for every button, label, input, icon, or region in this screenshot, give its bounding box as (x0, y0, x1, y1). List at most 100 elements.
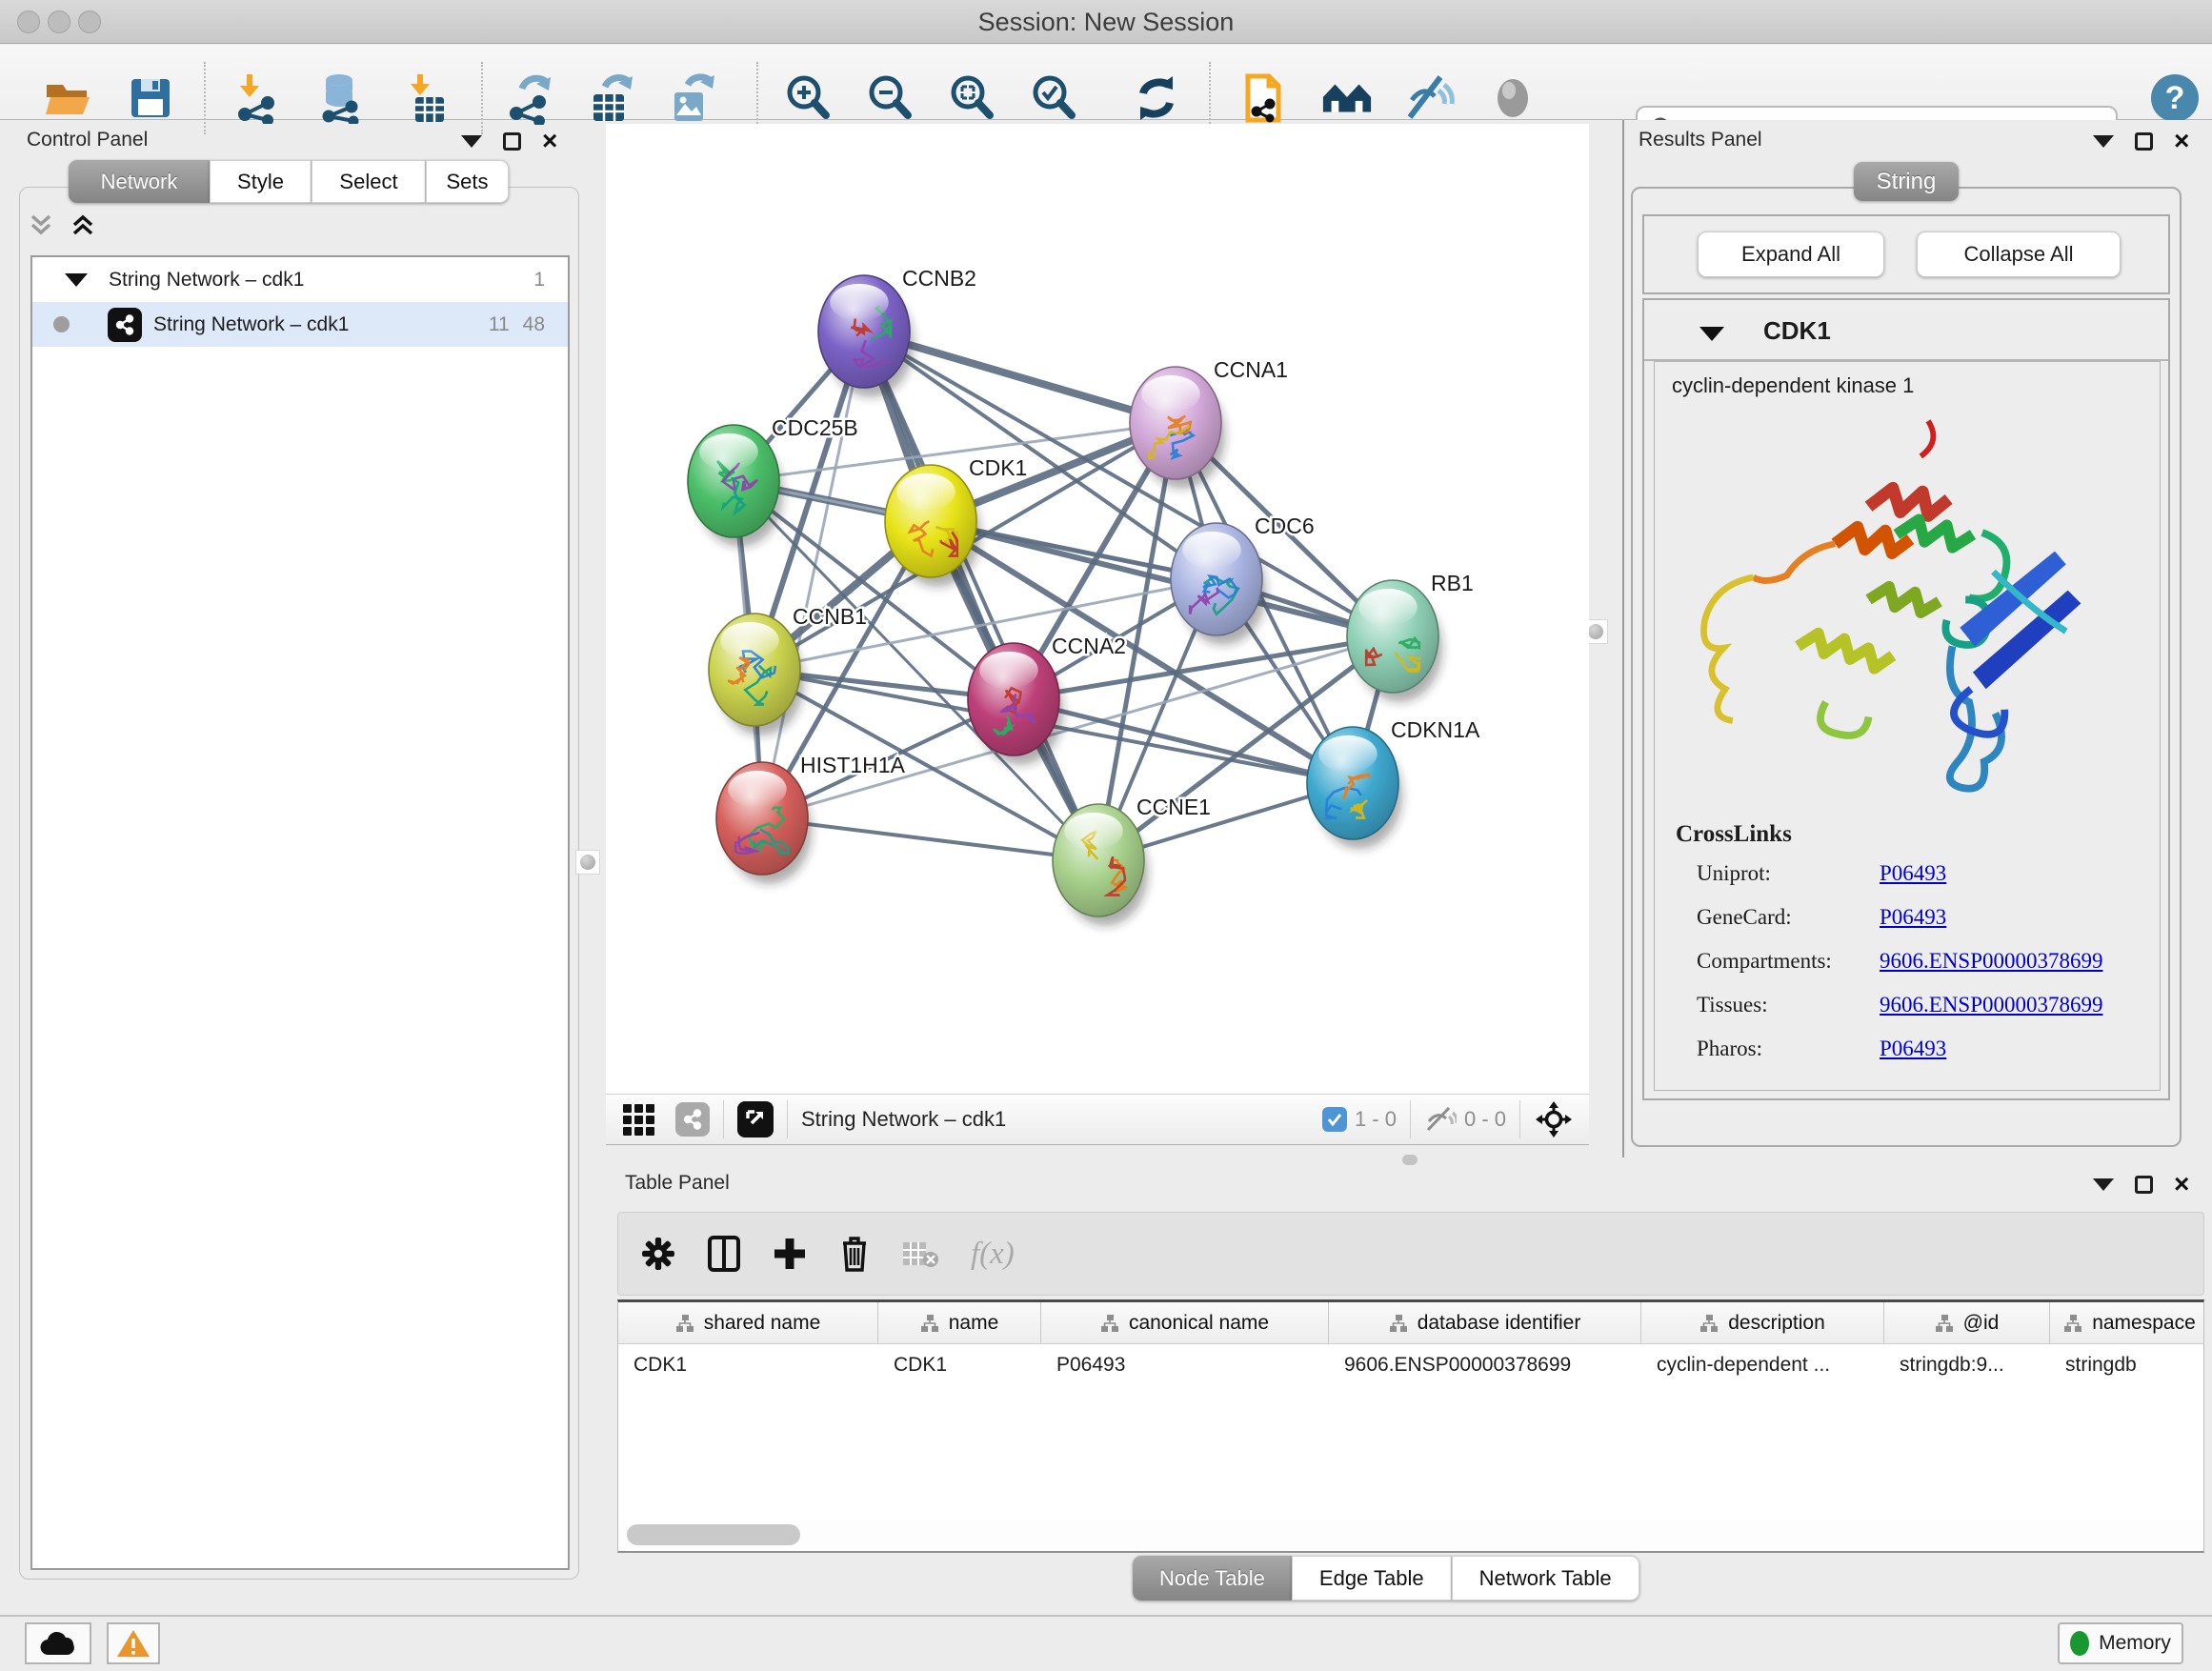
open-session-icon[interactable] (40, 71, 93, 125)
network-node-CCNA1[interactable] (1130, 367, 1225, 489)
network-node-CCNB2[interactable] (818, 275, 914, 397)
pharos-link[interactable]: P06493 (1880, 1037, 1946, 1060)
network-node-CCNB1[interactable] (709, 614, 804, 735)
birds-eye-view-icon[interactable] (623, 1104, 654, 1136)
string-query-icon[interactable] (1237, 71, 1291, 125)
export-table-icon[interactable] (586, 71, 639, 125)
genecard-link[interactable]: P06493 (1880, 905, 1946, 929)
tissues-link[interactable]: 9606.ENSP00000378699 (1880, 993, 2103, 1017)
collapse-panel-icon[interactable] (2093, 135, 2114, 148)
cell-name[interactable]: CDK1 (878, 1344, 1041, 1386)
network-collection-row[interactable]: String Network – cdk1 1 (32, 257, 568, 302)
column-header[interactable]: name (878, 1302, 1041, 1343)
cell-namespace[interactable]: stringdb (2050, 1344, 2204, 1386)
export-image-icon[interactable] (667, 71, 720, 125)
eye-disabled-icon[interactable] (1486, 71, 1539, 125)
bottom-splitter-grip[interactable] (1402, 1155, 1418, 1165)
refresh-icon[interactable] (1130, 71, 1183, 125)
network-node-CDC6[interactable] (1171, 523, 1266, 645)
horizontal-scrollbar[interactable] (619, 1520, 2202, 1549)
warning-button[interactable] (107, 1622, 160, 1664)
tab-network-table[interactable]: Network Table (1452, 1556, 1639, 1601)
zoom-in-icon[interactable] (782, 71, 835, 125)
import-network-file-icon[interactable] (229, 71, 282, 125)
float-panel-icon[interactable] (503, 132, 521, 151)
node-table[interactable]: shared name name canonical name database… (617, 1299, 2204, 1553)
network-node-CDKN1A[interactable] (1307, 727, 1402, 849)
left-splitter-grip[interactable] (575, 850, 600, 875)
node-label-CCNE1: CCNE1 (1136, 795, 1211, 819)
cloud-button[interactable] (25, 1622, 91, 1664)
cell-canonical-name[interactable]: P06493 (1041, 1344, 1329, 1386)
expand-all-icon[interactable] (69, 211, 97, 239)
column-header[interactable]: canonical name (1041, 1302, 1329, 1343)
memory-button[interactable]: Memory (2058, 1622, 2183, 1664)
zoom-fit-icon[interactable] (946, 71, 999, 125)
export-view-icon[interactable] (737, 1101, 774, 1137)
close-panel-icon[interactable]: × (2174, 1175, 2189, 1194)
uniprot-link[interactable]: P06493 (1880, 861, 1946, 885)
scrollbar-thumb[interactable] (627, 1524, 800, 1545)
cell-description[interactable]: cyclin-dependent ... (1641, 1344, 1884, 1386)
hidden-eye-icon[interactable] (1424, 1105, 1457, 1134)
network-edge-hist1h1a-ccne1[interactable] (762, 818, 1098, 860)
column-header[interactable]: description (1641, 1302, 1884, 1343)
tab-sets[interactable]: Sets (426, 160, 509, 203)
network-edge-cdk1-rb1[interactable] (931, 521, 1393, 636)
network-node-RB1[interactable] (1347, 580, 1442, 702)
network-view-title: String Network – cdk1 (801, 1107, 1006, 1132)
collapse-panel-icon[interactable] (461, 135, 482, 148)
network-node-CCNA2[interactable] (968, 643, 1063, 765)
protein-collapse-caret[interactable] (1699, 327, 1724, 341)
expand-all-button[interactable]: Expand All (1698, 232, 1884, 277)
cell-id[interactable]: stringdb:9... (1884, 1344, 2050, 1386)
tab-edge-table[interactable]: Edge Table (1292, 1556, 1452, 1601)
network-edge-ccnb2-ccne1[interactable] (864, 332, 1098, 860)
table-gear-icon[interactable] (641, 1237, 675, 1271)
network-node-CCNE1[interactable] (1053, 804, 1148, 926)
float-panel-icon[interactable] (2135, 1176, 2153, 1194)
tab-select[interactable]: Select (312, 160, 426, 203)
network-edge-ccna2-cdkn1a[interactable] (1014, 699, 1353, 783)
tree-expand-caret[interactable] (65, 273, 88, 287)
tab-node-table[interactable]: Node Table (1133, 1556, 1292, 1601)
network-node-CDK1[interactable] (885, 465, 980, 587)
delete-column-icon[interactable] (839, 1236, 870, 1272)
selected-checkbox-icon[interactable] (1322, 1107, 1347, 1132)
float-panel-icon[interactable] (2135, 132, 2153, 151)
close-panel-icon[interactable]: × (2174, 131, 2189, 151)
column-header[interactable]: shared name (618, 1302, 878, 1343)
zoom-selected-icon[interactable] (1028, 71, 1081, 125)
network-overview-icon[interactable] (675, 1102, 710, 1137)
collapse-all-button[interactable]: Collapse All (1917, 232, 2121, 277)
first-neighbors-icon[interactable] (1320, 71, 1374, 125)
help-icon[interactable]: ? (2148, 71, 2202, 125)
pan-navigate-icon[interactable] (1534, 1099, 1574, 1139)
tab-string[interactable]: String (1854, 162, 1959, 201)
collapse-panel-icon[interactable] (2093, 1178, 2114, 1191)
save-session-icon[interactable] (124, 71, 177, 125)
compartments-link[interactable]: 9606.ENSP00000378699 (1880, 949, 2103, 973)
node-label-CCNA2: CCNA2 (1052, 634, 1126, 658)
network-edge-ccnb2-hist1h1a[interactable] (762, 332, 864, 818)
export-network-icon[interactable] (505, 71, 558, 125)
show-columns-icon[interactable] (708, 1236, 740, 1272)
close-panel-icon[interactable]: × (542, 131, 557, 151)
table-row[interactable]: CDK1 CDK1 P06493 9606.ENSP00000378699 cy… (618, 1344, 2203, 1386)
import-network-database-icon[interactable] (312, 71, 366, 125)
cell-database-identifier[interactable]: 9606.ENSP00000378699 (1329, 1344, 1641, 1386)
column-header[interactable]: namespace (2050, 1302, 2204, 1343)
zoom-out-icon[interactable] (864, 71, 917, 125)
cell-shared-name[interactable]: CDK1 (618, 1344, 878, 1386)
collapse-all-icon[interactable] (27, 211, 55, 239)
column-header[interactable]: @id (1884, 1302, 2050, 1343)
tab-style[interactable]: Style (210, 160, 312, 203)
hide-show-icon[interactable] (1402, 71, 1456, 125)
tab-network[interactable]: Network (69, 160, 210, 203)
import-table-file-icon[interactable] (399, 71, 452, 125)
network-node-HIST1H1A[interactable] (716, 762, 812, 884)
network-row[interactable]: String Network – cdk1 11 48 (32, 302, 568, 347)
network-canvas[interactable]: CCNB2CCNA1CDC25BCDK1CDC6RB1CCNB1CCNA2CDK… (606, 124, 1589, 1094)
add-column-icon[interactable] (773, 1237, 807, 1271)
column-header[interactable]: database identifier (1329, 1302, 1641, 1343)
